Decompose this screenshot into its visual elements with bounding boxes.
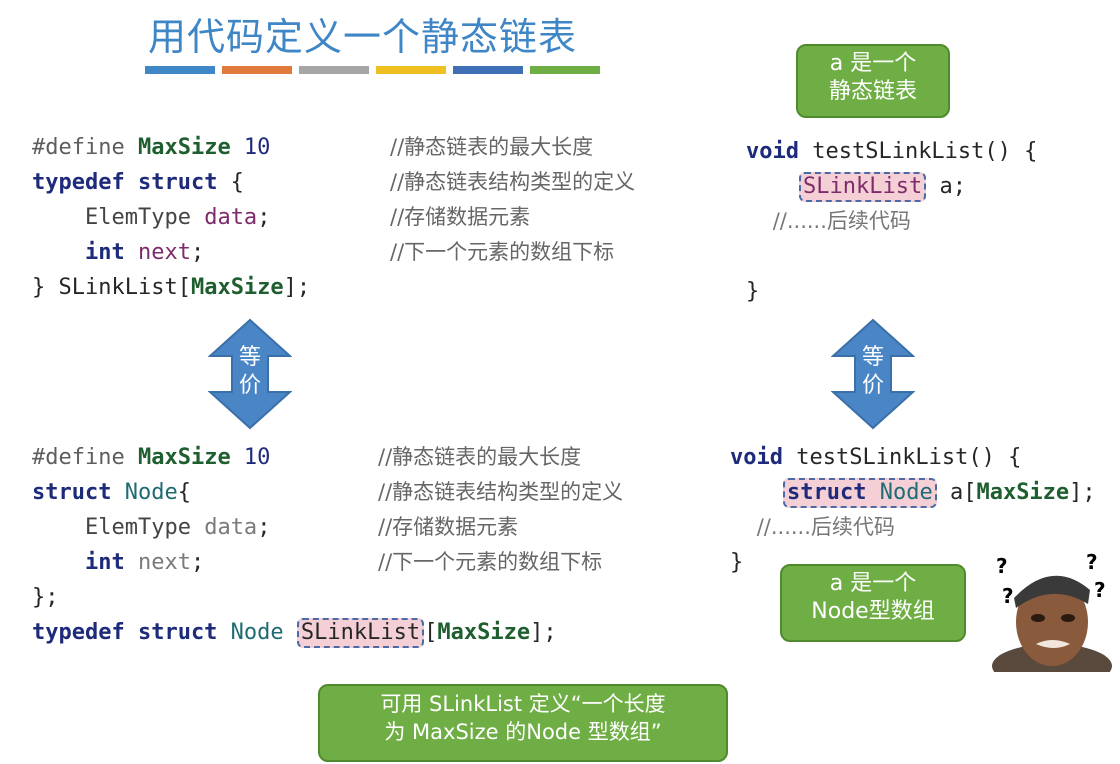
highlight-slinklist-decl: SLinkList — [798, 172, 927, 202]
stripe-green — [530, 66, 600, 74]
callout-static-list: a 是一个 静态链表 — [796, 44, 950, 118]
code-block-typedef: #define MaxSize 10 typedef struct { Elem… — [32, 135, 311, 300]
code-comments-top: //静态链表的最大长度 //静态链表结构类型的定义 //存储数据元素 //下一个… — [390, 135, 636, 264]
stripe-gray — [299, 66, 369, 74]
question-mark-4: ? — [1094, 578, 1106, 602]
stripe-orange — [222, 66, 292, 74]
arrow-label-right: 等价 — [861, 345, 884, 398]
code-block-test-top: void testSLinkList() { SLinkList a; //..… — [746, 139, 1038, 304]
arrow-label-left: 等价 — [238, 345, 261, 398]
confused-face-image: ? ? ? ? — [992, 548, 1112, 688]
page-title: 用代码定义一个静态链表 — [148, 15, 578, 59]
stripe-blue — [145, 66, 215, 74]
question-mark-1: ? — [996, 554, 1008, 578]
stripe-darkblue — [453, 66, 523, 74]
callout-slinklist-usage: 可用 SLinkList 定义“一个长度为 MaxSize 的Node 型数组” — [318, 684, 728, 762]
question-mark-3: ? — [1086, 550, 1098, 574]
code-comments-bottom: //静态链表的最大长度 //静态链表结构类型的定义 //存储数据元素 //下一个… — [378, 445, 624, 574]
callout-node-array: a 是一个 Node型数组 — [780, 564, 966, 642]
highlight-slinklist: SLinkList — [296, 618, 425, 648]
stripe-yellow — [376, 66, 446, 74]
highlight-struct-node: struct Node — [782, 478, 937, 508]
question-mark-2: ? — [1002, 584, 1014, 608]
